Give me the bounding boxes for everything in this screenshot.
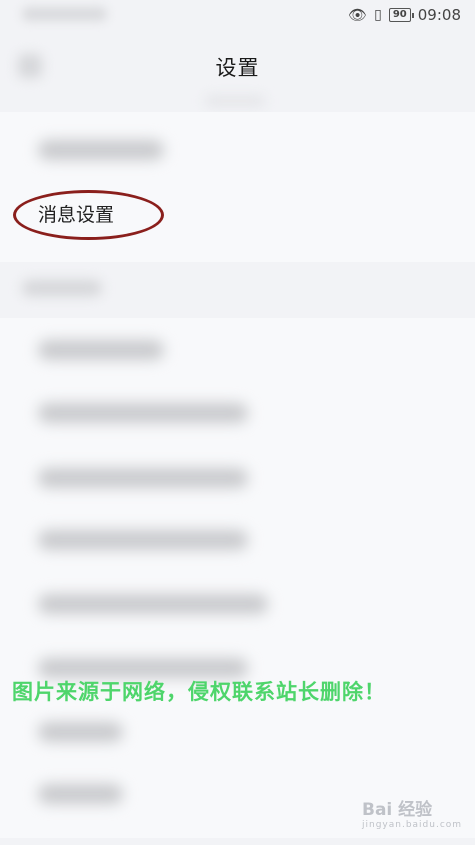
highlight-circle bbox=[13, 190, 164, 240]
section-header-blurred bbox=[22, 280, 102, 296]
eye-icon: 👁 bbox=[348, 6, 368, 24]
watermark-text: 图片来源于网络，侵权联系站长删除！ bbox=[12, 680, 386, 704]
clock: 09:08 bbox=[417, 6, 461, 24]
vibrate-icon: ▯ bbox=[374, 7, 382, 23]
carrier-info-blurred bbox=[22, 7, 107, 21]
settings-item-blurred[interactable] bbox=[38, 140, 164, 160]
settings-item-blurred[interactable] bbox=[38, 784, 123, 804]
settings-item-blurred[interactable] bbox=[38, 594, 268, 614]
settings-item-blurred[interactable] bbox=[38, 403, 248, 423]
subtitle-blurred bbox=[205, 96, 265, 106]
settings-item-blurred[interactable] bbox=[38, 340, 164, 360]
battery-icon: 90 bbox=[388, 8, 414, 22]
page-title: 设置 bbox=[215, 56, 260, 80]
baidu-logo: Bai 经验 jingyan.baidu.com bbox=[362, 795, 462, 830]
settings-item-blurred[interactable] bbox=[38, 722, 123, 742]
status-bar: 👁 ▯ 90 09:08 bbox=[0, 0, 475, 34]
settings-item-blurred[interactable] bbox=[38, 658, 248, 678]
baidu-logo-url: jingyan.baidu.com bbox=[362, 820, 463, 830]
settings-group-general bbox=[0, 318, 475, 838]
settings-group-account bbox=[0, 112, 475, 262]
status-icons: 👁 ▯ 90 09:08 bbox=[348, 6, 461, 24]
title-bar: 设置 bbox=[0, 36, 475, 106]
settings-item-blurred[interactable] bbox=[38, 530, 248, 550]
settings-item-blurred[interactable] bbox=[38, 468, 248, 488]
baidu-logo-text: Bai 经验 bbox=[362, 800, 433, 820]
